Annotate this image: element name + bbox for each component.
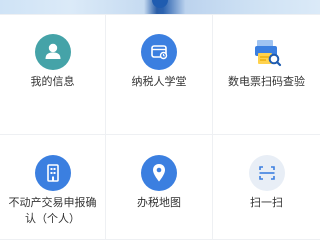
top-banner	[0, 0, 320, 14]
scan-icon	[248, 155, 285, 191]
classroom-icon	[141, 34, 177, 70]
logo-icon	[152, 0, 168, 8]
menu-item-label: 办税地图	[137, 196, 181, 209]
printer-search-icon	[249, 34, 285, 70]
location-pin-icon	[141, 155, 177, 191]
user-icon	[34, 34, 71, 70]
menu-item-scan[interactable]: 扫一扫	[213, 135, 320, 240]
menu-item-label: 数电票扫码查验	[228, 75, 305, 88]
menu-item-label: 不动产交易申报确认（个人）	[8, 196, 97, 225]
menu-item-taxpayer-classroom[interactable]: 纳税人学堂	[106, 15, 213, 135]
building-icon	[34, 155, 71, 191]
menu-item-invoice-scan-verify[interactable]: 数电票扫码查验	[213, 15, 320, 135]
menu-item-my-info[interactable]: 我的信息	[0, 15, 106, 135]
service-grid: 我的信息 纳税人学堂 数电票扫码查验 不动产交易申报确认（个人） 办税地图 扫一…	[0, 15, 320, 240]
menu-item-label: 我的信息	[30, 75, 75, 88]
menu-item-property-declaration[interactable]: 不动产交易申报确认（个人）	[0, 135, 106, 240]
menu-item-label: 扫一扫	[250, 196, 283, 209]
app-screen: 我的信息 纳税人学堂 数电票扫码查验 不动产交易申报确认（个人） 办税地图 扫一…	[0, 0, 320, 240]
menu-item-tax-map[interactable]: 办税地图	[106, 135, 213, 240]
menu-item-label: 纳税人学堂	[131, 75, 187, 88]
